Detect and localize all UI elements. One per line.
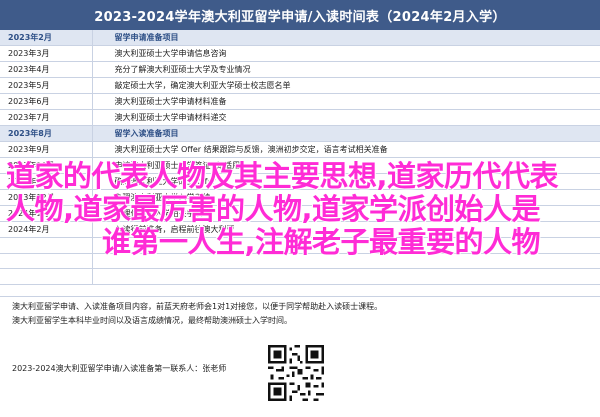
task-cell	[92, 253, 600, 270]
table-row: 2023年4月 充分了解澳大利亚硕士大学及专业情况	[0, 61, 600, 79]
task-cell: 确定澳大利亚大学硕士 offer	[92, 173, 600, 191]
date-cell: 2023年9月	[0, 141, 93, 159]
date-cell: 2023年3月	[0, 45, 93, 63]
table-row: 2024年1月 办理住宿等入学相关手续	[0, 205, 600, 223]
task-cell: 澳大利亚硕士大学申请材料递交	[92, 109, 600, 127]
section-label: 留学申请准备项目	[92, 30, 600, 47]
task-cell: 澳大利亚硕士大学申请材料准备	[92, 93, 600, 111]
note-line: 澳大利亚留学生本科毕业时间以及语言成绩情况，最终帮助澳洲硕士入学时间。	[12, 316, 292, 325]
table-row: 2023年11月 确定澳大利亚大学硕士 offer	[0, 173, 600, 191]
note-line: 澳大利亚留学申请、入读准备项目内容，前蓝天府老师会1对1对接您，以便于同学帮助赴…	[12, 302, 383, 311]
date-cell	[0, 268, 93, 285]
page-title: 2023-2024学年澳大利亚留学申请/入读时间表（2024年2月入学）	[0, 0, 600, 30]
task-cell: 申请澳大利亚硕士大学签证 (如适用)	[92, 157, 600, 175]
table-row: 2023年6月 澳大利亚硕士大学申请材料准备	[0, 93, 600, 111]
document-page: 2023-2024学年澳大利亚留学申请/入读时间表（2024年2月入学） 202…	[0, 0, 600, 417]
date-cell: 2023年5月	[0, 77, 93, 95]
notes-block: 澳大利亚留学申请、入读准备项目内容，前蓝天府老师会1对1对接您，以便于同学帮助赴…	[12, 300, 592, 328]
table-row: 2023年3月 澳大利亚硕士大学申请信息咨询	[0, 45, 600, 63]
divider	[0, 296, 600, 297]
footer-contact: 2023-2024澳大利亚留学申请/入读准备第一联系人：张老师	[12, 364, 227, 373]
timeline-table: 2023年2月 留学申请准备项目 2023年3月 澳大利亚硕士大学申请信息咨询 2023…	[0, 30, 600, 285]
table-row: 2024年2月 入读行前准备，启程前往澳大利亚	[0, 221, 600, 239]
date-cell: 2023年8月	[0, 125, 93, 143]
blank-row	[0, 253, 600, 270]
task-cell: 办理住宿等入学相关手续	[92, 205, 600, 223]
date-cell	[0, 237, 93, 254]
task-cell	[92, 237, 600, 254]
date-cell: 2023年7月	[0, 109, 93, 127]
task-cell: 澳大利亚硕士大学申请信息咨询	[92, 45, 600, 63]
date-cell: 2023年10月	[0, 157, 93, 175]
task-cell: 入读行前准备，启程前往澳大利亚	[92, 221, 600, 239]
date-cell: 2024年2月	[0, 221, 93, 239]
table-row: 2023年12月 办理澳大利亚大学入学手续	[0, 189, 600, 207]
task-cell: 敲定硕士大学，确定澳大利亚大学硕士校志愿名单	[92, 77, 600, 95]
date-cell: 2024年1月	[0, 205, 93, 223]
date-cell: 2023年12月	[0, 189, 93, 207]
date-cell	[0, 253, 93, 270]
task-cell	[92, 268, 600, 285]
blank-row	[0, 237, 600, 254]
table-row: 2023年5月 敲定硕士大学，确定澳大利亚大学硕士校志愿名单	[0, 77, 600, 95]
date-cell: 2023年6月	[0, 93, 93, 111]
section-row: 2023年8月 留学入读准备项目	[0, 125, 600, 143]
task-cell: 澳大利亚硕士大学 Offer 结果跟踪与反馈，澳洲初步交定，语言考试相关准备	[92, 141, 600, 159]
date-cell: 2023年2月	[0, 30, 93, 47]
table-row: 2023年9月 澳大利亚硕士大学 Offer 结果跟踪与反馈，澳洲初步交定，语言考…	[0, 141, 600, 159]
section-label: 留学入读准备项目	[92, 125, 600, 143]
date-cell: 2023年11月	[0, 173, 93, 191]
table-row: 2023年10月 申请澳大利亚硕士大学签证 (如适用)	[0, 157, 600, 175]
date-cell: 2023年4月	[0, 61, 93, 79]
blank-row	[0, 268, 600, 285]
qr-code-icon	[268, 345, 324, 401]
table-row: 2023年7月 澳大利亚硕士大学申请材料递交	[0, 109, 600, 127]
task-cell: 充分了解澳大利亚硕士大学及专业情况	[92, 61, 600, 79]
section-row: 2023年2月 留学申请准备项目	[0, 30, 600, 47]
task-cell: 办理澳大利亚大学入学手续	[92, 189, 600, 207]
